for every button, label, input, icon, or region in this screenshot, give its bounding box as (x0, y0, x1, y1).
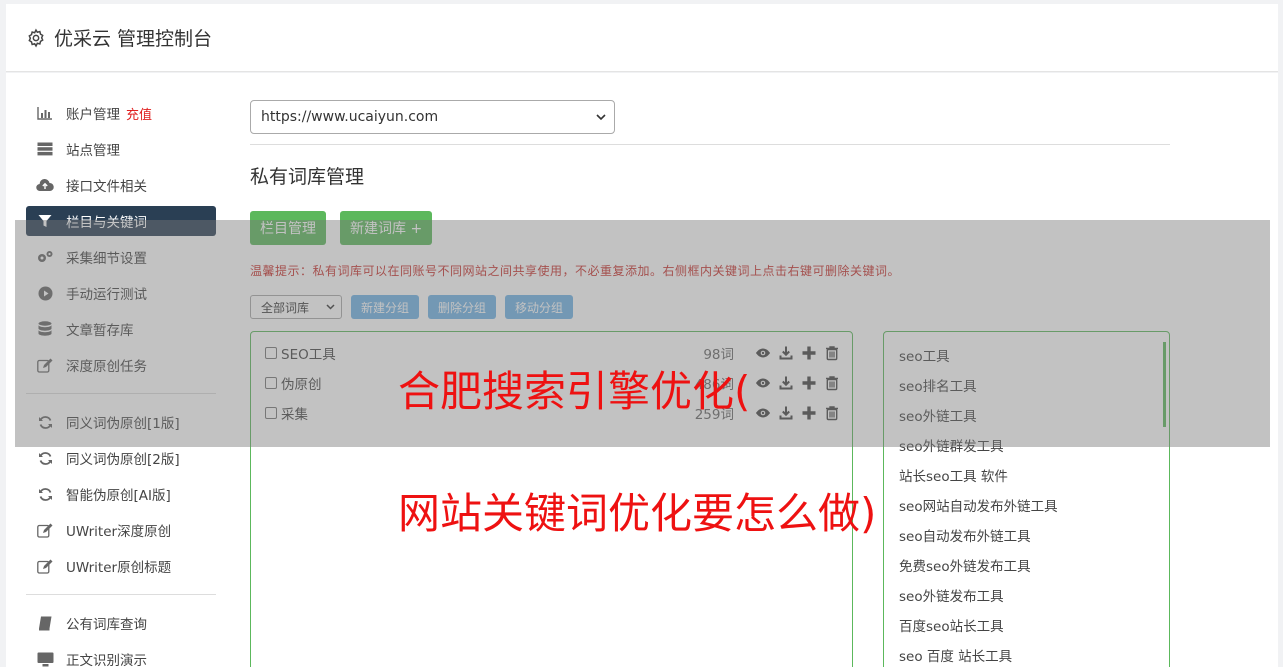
sidebar-divider (26, 594, 216, 595)
sidebar-item-uwriter-title[interactable]: UWriter原创标题 (26, 548, 216, 584)
overlay-headline-line1: 合肥搜索引擎优化( (398, 367, 751, 416)
sidebar-item-label: 同义词伪原创[2版] (66, 452, 180, 468)
keyword-item[interactable]: 百度seo站长工具 (899, 617, 1004, 637)
top-header: 优采云 管理控制台 (6, 4, 1278, 72)
bar-chart-icon (36, 104, 54, 122)
sidebar-item-text-recognition[interactable]: 正文识别演示 (26, 641, 216, 667)
page-title: 私有词库管理 (250, 166, 365, 188)
sidebar-item-label: UWriter深度原创 (66, 524, 172, 540)
keyword-item[interactable]: seo 百度 站长工具 (899, 647, 1012, 667)
site-select[interactable]: https://www.ucaiyun.com (250, 100, 615, 134)
keyword-item[interactable]: seo自动发布外链工具 (899, 527, 1031, 547)
refresh-icon (36, 485, 54, 503)
edit-icon (36, 521, 54, 539)
sidebar-item-sites[interactable]: 站点管理 (26, 131, 216, 167)
keyword-item[interactable]: 免费seo外链发布工具 (899, 557, 1031, 577)
chevron-down-icon (596, 113, 606, 120)
divider (250, 144, 1170, 145)
edit-icon (36, 557, 54, 575)
sidebar-item-interface[interactable]: 接口文件相关 (26, 167, 216, 203)
sidebar-item-uwriter-deep[interactable]: UWriter深度原创 (26, 512, 216, 548)
recharge-link[interactable]: 充值 (126, 104, 152, 123)
sidebar-item-label: 正文识别演示 (66, 653, 147, 667)
monitor-icon (36, 650, 54, 667)
sidebar-item-label: UWriter原创标题 (66, 560, 172, 576)
keyword-item[interactable]: seo外链发布工具 (899, 587, 1004, 607)
sidebar-item-account[interactable]: 账户管理 充值 (26, 95, 216, 131)
cloud-upload-icon (36, 176, 54, 194)
sidebar-item-ai-rewrite[interactable]: 智能伪原创[AI版] (26, 476, 216, 512)
site-select-value: https://www.ucaiyun.com (261, 109, 439, 125)
sidebar-item-label: 智能伪原创[AI版] (66, 488, 171, 504)
refresh-icon (36, 449, 54, 467)
sidebar-item-label: 账户管理 (66, 107, 120, 123)
app-title: 优采云 管理控制台 (54, 28, 213, 50)
sidebar-item-label: 接口文件相关 (66, 179, 147, 195)
sidebar-item-label: 站点管理 (66, 143, 120, 159)
sidebar-item-label: 公有词库查询 (66, 617, 147, 633)
keyword-item[interactable]: seo网站自动发布外链工具 (899, 497, 1058, 517)
server-icon (36, 140, 54, 158)
book-icon (36, 614, 54, 632)
sidebar-item-public-lib[interactable]: 公有词库查询 (26, 605, 216, 641)
keyword-item[interactable]: 站长seo工具 软件 (899, 467, 1008, 487)
gear-icon[interactable] (26, 28, 46, 48)
overlay-headline-line2: 网站关键词优化要怎么做) (398, 489, 877, 538)
